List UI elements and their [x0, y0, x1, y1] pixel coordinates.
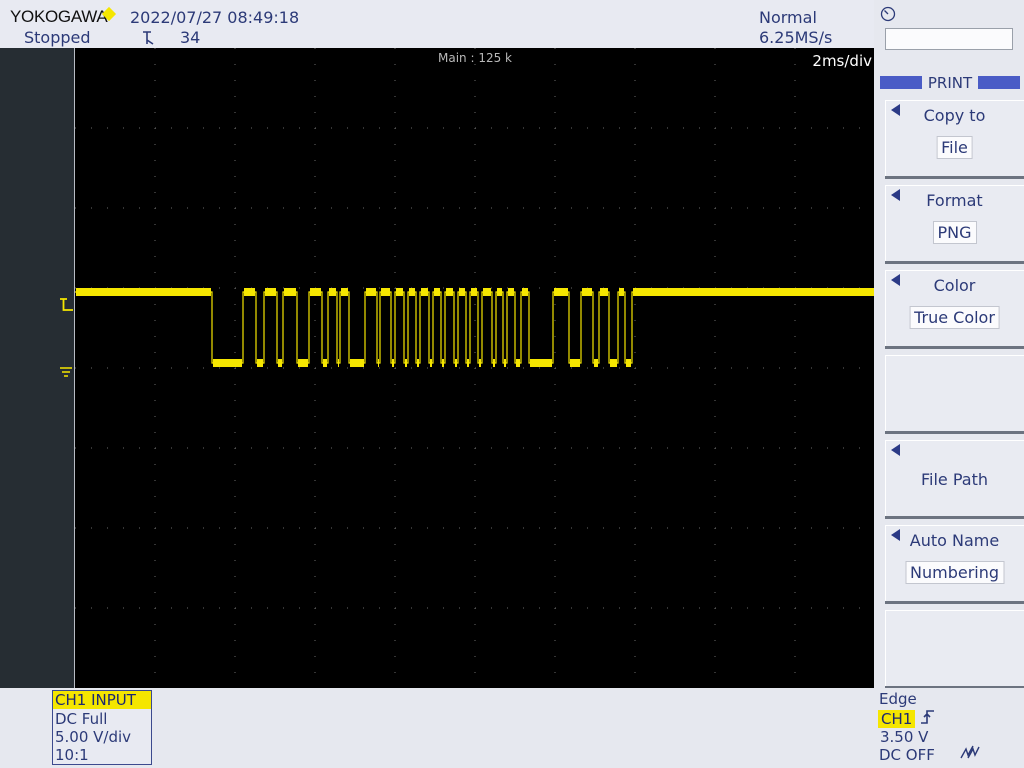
- trace-level-band: [508, 288, 514, 296]
- trace-level-band: [350, 359, 364, 367]
- trigger-mode: Normal: [759, 8, 817, 27]
- trace-level-band: [434, 288, 440, 296]
- trace-level-band: [417, 359, 419, 367]
- trace-level-band: [479, 359, 481, 367]
- trace-level-band: [298, 359, 308, 367]
- menu-title-bar: PRINT: [878, 74, 1022, 92]
- trace-level-band: [409, 288, 415, 296]
- trace-level-band: [570, 359, 580, 367]
- acquisition-count: 34: [180, 28, 201, 47]
- status-header: YOKOGAWA 2022/07/27 08:49:18 Stopped 34 …: [0, 0, 874, 48]
- trace-level-band: [497, 288, 502, 296]
- trace-level-band: [530, 359, 552, 367]
- softkey-auto-name[interactable]: Auto Name Numbering: [885, 525, 1024, 601]
- trace-level-band: [341, 288, 348, 296]
- ch1-settings[interactable]: CH1 INPUT DC Full 5.00 V/div 10:1: [52, 690, 152, 765]
- trace-level-band: [442, 359, 444, 367]
- softkey-empty-1[interactable]: [885, 355, 1024, 431]
- softkey-value: PNG: [932, 221, 977, 244]
- run-status: Stopped: [24, 28, 91, 47]
- trace-level-band: [483, 288, 491, 296]
- softkey-value: Numbering: [904, 561, 1005, 584]
- main-record-length: Main : 125 k: [438, 51, 512, 65]
- trace-level-band: [504, 359, 506, 367]
- trace-level-band: [265, 288, 276, 296]
- trace-level-band: [405, 359, 407, 367]
- trigger-source: CH1: [878, 710, 916, 728]
- trace-level-band: [455, 359, 457, 367]
- trace-level-band: [516, 359, 520, 367]
- trace-level-band: [392, 359, 394, 367]
- trace-level-band: [633, 288, 874, 296]
- trigger-hf-reject: DC OFF: [879, 746, 935, 764]
- trace-level-band: [378, 359, 379, 367]
- trace-level-band: [323, 359, 327, 367]
- trace-path: [75, 291, 875, 364]
- noise-filter-icon: [960, 745, 980, 759]
- softkey-file-path[interactable]: File Path: [885, 440, 1024, 516]
- menu-title: PRINT: [927, 74, 973, 92]
- softkey-color[interactable]: Color True Color: [885, 270, 1024, 346]
- trace-level-band: [421, 288, 428, 296]
- rising-edge-icon: [921, 710, 934, 724]
- trigger-level-icon: [60, 298, 73, 311]
- trigger-level: 3.50 V: [880, 728, 929, 746]
- ch1-coupling: DC Full: [55, 710, 108, 728]
- waveform-display[interactable]: Main : 125 k 2ms/div: [74, 48, 875, 688]
- softkey-value: File: [936, 136, 973, 159]
- trace-level-band: [493, 359, 495, 367]
- ch1-vdiv: 5.00 V/div: [55, 728, 132, 746]
- trigger-settings[interactable]: Edge CH1 3.50 V DC OFF: [874, 688, 1024, 768]
- trace-level-band: [594, 359, 598, 367]
- trace-level-band: [396, 288, 403, 296]
- trace-level-band: [467, 359, 469, 367]
- trace-level-band: [284, 288, 296, 296]
- brand-logo: YOKOGAWA: [10, 7, 108, 26]
- trace-level-band: [446, 288, 453, 296]
- jog-value-box: [885, 28, 1013, 50]
- sample-rate: 6.25MS/s: [759, 28, 833, 47]
- trace-level-band: [244, 288, 255, 296]
- trace-level-band: [619, 288, 624, 296]
- ch1-probe: 10:1: [55, 746, 89, 764]
- softkey-format[interactable]: Format PNG: [885, 185, 1024, 261]
- trace-level-band: [213, 359, 242, 367]
- trace-level-band: [626, 359, 631, 367]
- trace-level-band: [338, 359, 339, 367]
- softkey-value: True Color: [909, 306, 1000, 329]
- trace-level-band: [459, 288, 465, 296]
- trace-level-band: [381, 288, 390, 296]
- trace-level-band: [76, 288, 211, 296]
- ch1-title: CH1 INPUT: [53, 691, 151, 709]
- trace-level-band: [257, 359, 263, 367]
- trace-level-band: [329, 288, 336, 296]
- trace-level-band: [430, 359, 432, 367]
- trace-level-band: [600, 288, 608, 296]
- rotary-knob-icon: [880, 6, 896, 22]
- select-arrow-icon: [891, 444, 900, 456]
- trace-level-band: [522, 288, 528, 296]
- softkey-copy-to[interactable]: Copy to File: [885, 100, 1024, 176]
- trigger-type: Edge: [879, 690, 917, 708]
- softkey-empty-2[interactable]: [885, 610, 1024, 686]
- time-per-division: 2ms/div: [812, 52, 872, 70]
- date-time: 2022/07/27 08:49:18: [130, 8, 300, 27]
- trace-level-band: [310, 288, 321, 296]
- channel-marker-gutter: [0, 48, 74, 688]
- ch1-waveform: [75, 288, 875, 367]
- trace-level-band: [554, 288, 568, 296]
- trace-level-band: [582, 288, 592, 296]
- trace-level-band: [278, 359, 282, 367]
- trace-level-band: [471, 288, 477, 296]
- ground-level-icon: [60, 367, 72, 377]
- trigger-position-icon: [143, 31, 154, 45]
- trace-level-band: [610, 359, 617, 367]
- trace-level-band: [366, 288, 376, 296]
